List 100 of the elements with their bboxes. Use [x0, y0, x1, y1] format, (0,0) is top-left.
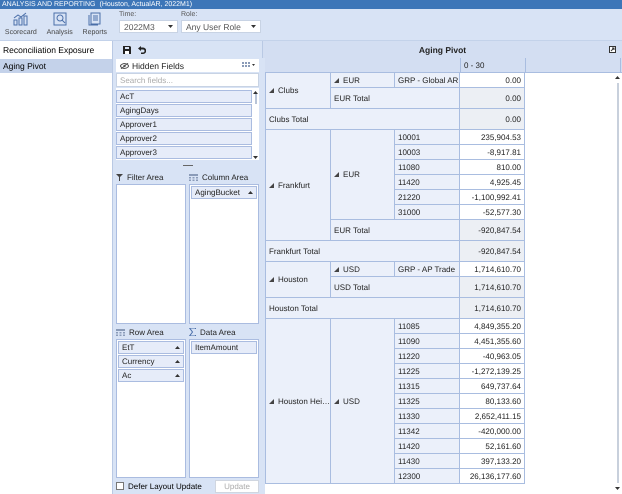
sidebar-item[interactable]: Aging Pivot	[0, 59, 112, 73]
value-cell: -52,577.30	[460, 205, 525, 220]
filter-dropdown[interactable]: 2022M3	[119, 20, 178, 33]
splitter-handle-icon[interactable]	[182, 164, 192, 166]
total-value: 1,714,610.70	[460, 298, 525, 319]
field-item[interactable]: Approver3	[116, 146, 252, 159]
subtotal-value: -920,847.54	[460, 220, 525, 241]
value-cell: 4,451,355.60	[460, 334, 525, 349]
value-cell: 80,133.60	[460, 394, 525, 409]
bar-chart-icon	[13, 12, 28, 26]
row-header-cell: 11080	[395, 160, 460, 175]
field-item[interactable]: ItemAmount	[191, 340, 257, 354]
row-header-cell: 11225	[395, 364, 460, 379]
currency-label: EUR	[343, 76, 360, 84]
area-title: Row Area	[129, 328, 164, 336]
expand-toggle-icon[interactable]	[334, 266, 339, 272]
value-cell: -1,272,139.25	[460, 364, 525, 379]
grid-icon	[189, 174, 198, 181]
total-value: -920,847.54	[460, 241, 525, 262]
row-header-cell: 10001	[395, 130, 460, 145]
area-title: Filter Area	[127, 173, 164, 182]
sort-arrow-icon[interactable]	[175, 374, 180, 376]
expand-toggle-icon[interactable]	[334, 172, 339, 177]
subtotal-value: 0.00	[460, 88, 525, 109]
eye-icon	[120, 62, 129, 68]
field-item[interactable]: Ac	[118, 368, 184, 382]
row-header-cell: 31000	[395, 205, 460, 220]
value-cell: 397,133.20	[460, 454, 525, 469]
subtotal-label: USD Total	[331, 277, 460, 298]
layout-menu-icon[interactable]	[242, 62, 255, 69]
scroll-down-icon	[615, 487, 620, 490]
expand-toggle-icon[interactable]	[334, 398, 339, 404]
value-cell: -8,917.81	[460, 145, 525, 160]
row-header-cell: 11430	[395, 454, 460, 469]
drop-area[interactable]: EtT Currency Ac	[116, 338, 186, 478]
currency-label: USD	[343, 264, 360, 274]
expand-toggle-icon[interactable]	[269, 277, 274, 282]
sort-arrow-icon[interactable]	[175, 360, 180, 362]
value-cell: -1,100,992.41	[460, 190, 525, 205]
row-header-cell: 21220	[395, 190, 460, 205]
search-field[interactable]: Search fields...	[116, 73, 259, 87]
pivot-title: Aging Pivot	[418, 44, 466, 54]
subtotal-label: EUR Total	[331, 88, 460, 109]
field-item[interactable]: AgingBucket	[191, 186, 257, 199]
row-header-cell: GRP - Global AR	[395, 73, 460, 88]
funnel-icon	[116, 174, 123, 181]
undo-icon[interactable]	[138, 46, 146, 54]
row-header-cell: 11342	[395, 424, 460, 439]
value-cell: 52,161.60	[460, 439, 525, 454]
field-item[interactable]: AcT	[116, 90, 252, 103]
hidden-fields-title: Hidden Fields	[132, 60, 184, 70]
subtotal-value: 1,714,610.70	[460, 277, 525, 298]
defer-update-checkbox[interactable]: Defer Layout Update	[116, 482, 202, 490]
value-cell: 4,849,355.20	[460, 319, 525, 334]
row-header-cell: 10003	[395, 145, 460, 160]
maximize-icon[interactable]	[609, 46, 616, 53]
sort-arrow-icon[interactable]	[253, 91, 258, 94]
filter-dropdown[interactable]: Any User Role	[181, 20, 261, 33]
total-label: Houston Total	[265, 298, 460, 319]
sort-arrow-icon[interactable]	[248, 191, 253, 194]
subtotal-label: EUR Total	[331, 220, 460, 241]
value-cell: 649,737.64	[460, 379, 525, 394]
group-label: Clubs	[278, 86, 298, 95]
scrollbar[interactable]	[615, 76, 620, 490]
field-item[interactable]: Approver1	[116, 118, 252, 131]
expand-toggle-icon[interactable]	[269, 398, 274, 404]
value-cell: 4,925.45	[460, 175, 525, 190]
total-value: 0.00	[460, 109, 525, 130]
value-cell: 235,904.53	[460, 130, 525, 145]
caret-icon	[168, 25, 173, 28]
value-cell: 0.00	[460, 73, 525, 88]
column-header[interactable]: 0 - 30	[461, 58, 526, 72]
grid-icon	[116, 328, 125, 336]
total-label: Clubs Total	[265, 109, 460, 130]
row-header-cell: 11325	[395, 394, 460, 409]
sort-arrow-icon[interactable]	[175, 346, 180, 348]
row-header-cell: 11085	[395, 319, 460, 334]
field-item[interactable]: Approver2	[116, 132, 252, 145]
scrollbar[interactable]	[252, 90, 259, 160]
field-item[interactable]: AgingDays	[116, 104, 252, 117]
drop-area[interactable]: AgingBucket	[189, 184, 259, 324]
expand-toggle-icon[interactable]	[269, 88, 274, 93]
field-item[interactable]: Currency	[118, 354, 184, 368]
area-title: Column Area	[202, 173, 248, 182]
sort-arrow-icon[interactable]	[615, 76, 620, 79]
row-header-cell: 11420	[395, 439, 460, 454]
row-header-cell: 11420	[395, 175, 460, 190]
value-cell: 2,652,411.15	[460, 409, 525, 424]
value-cell: 26,136,177.60	[460, 469, 525, 484]
value-cell: 1,714,610.70	[460, 262, 525, 277]
area-title: Data Area	[200, 328, 236, 336]
drop-area[interactable]: ItemAmount	[189, 338, 259, 478]
expand-toggle-icon[interactable]	[269, 182, 274, 188]
value-cell: -420,000.00	[460, 424, 525, 439]
scroll-down-icon	[253, 156, 258, 159]
field-item[interactable]: EtT	[118, 340, 184, 354]
caret-icon	[251, 25, 256, 28]
currency-label: USD	[343, 396, 360, 406]
expand-toggle-icon[interactable]	[334, 78, 339, 82]
save-icon[interactable]	[123, 46, 131, 54]
